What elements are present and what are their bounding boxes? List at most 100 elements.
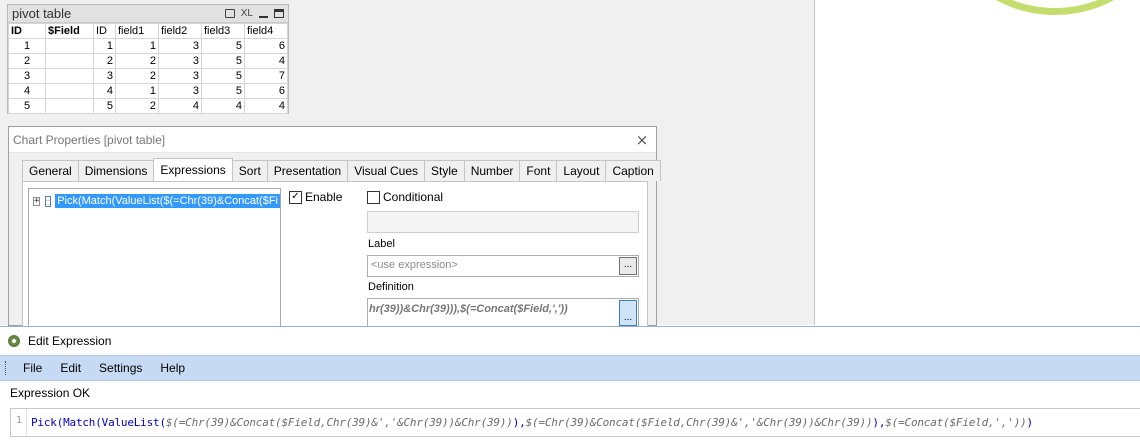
- expression-code[interactable]: Pick(Match(ValueList($(=Chr(39)&Concat($…: [27, 416, 1033, 429]
- table-cell[interactable]: 2: [114, 53, 159, 69]
- table-cell[interactable]: 6: [243, 83, 289, 99]
- expressions-panel: + Pick(Match(ValueList($(=Chr(39)&Concat…: [22, 181, 648, 328]
- conditional-checkbox-row[interactable]: Conditional: [367, 190, 443, 204]
- table-cell[interactable]: 4: [243, 98, 289, 114]
- definition-ellipsis-button[interactable]: ...: [619, 300, 637, 326]
- table-cell[interactable]: 4: [200, 98, 245, 114]
- minimize-icon[interactable]: [259, 15, 268, 18]
- header-cell[interactable]: field1: [114, 23, 159, 39]
- table-cell[interactable]: [45, 98, 94, 114]
- table-icon: [45, 195, 52, 207]
- header-cell[interactable]: ID: [93, 23, 116, 39]
- tab-number[interactable]: Number: [463, 160, 521, 181]
- enable-checkbox-row[interactable]: ✓ Enable: [289, 190, 342, 204]
- menu-settings[interactable]: Settings: [90, 361, 151, 375]
- tab-visual-cues[interactable]: Visual Cues: [347, 160, 426, 181]
- label-input[interactable]: <use expression> ...: [367, 255, 639, 277]
- table-cell[interactable]: 4: [243, 53, 289, 69]
- table-cell[interactable]: 3: [157, 83, 202, 99]
- table-cell[interactable]: 4: [157, 98, 202, 114]
- table-cell[interactable]: 4: [93, 83, 116, 99]
- tab-sort[interactable]: Sort: [231, 160, 268, 181]
- function-token: ),: [512, 416, 526, 429]
- header-cell[interactable]: field4: [243, 23, 289, 39]
- header-cell[interactable]: field3: [200, 23, 245, 39]
- table-cell[interactable]: 5: [200, 68, 245, 84]
- edit-expression-title: Edit Expression: [28, 334, 112, 348]
- table-row[interactable]: 332357: [8, 68, 289, 84]
- dialog-titlebar: Chart Properties [pivot table] ×: [9, 127, 656, 153]
- menu-edit[interactable]: Edit: [51, 361, 90, 375]
- tab-font[interactable]: Font: [519, 160, 558, 181]
- expression-editor[interactable]: 1 Pick(Match(ValueList($(=Chr(39)&Concat…: [10, 408, 1140, 437]
- tab-dimensions[interactable]: Dimensions: [77, 160, 155, 181]
- toolbar-grip[interactable]: [5, 361, 8, 375]
- table-cell[interactable]: 2: [8, 53, 46, 69]
- table-cell[interactable]: 5: [200, 53, 245, 69]
- conditional-checkbox[interactable]: [367, 190, 380, 204]
- table-row[interactable]: 222354: [8, 53, 289, 69]
- table-cell[interactable]: [45, 68, 94, 84]
- pivot-caption-bar: pivot table XL: [8, 5, 288, 23]
- tab-caption[interactable]: Caption: [605, 160, 661, 181]
- table-cell[interactable]: [45, 53, 94, 69]
- expression-tree[interactable]: + Pick(Match(ValueList($(=Chr(39)&Concat…: [28, 188, 281, 328]
- label-placeholder: <use expression>: [371, 259, 458, 271]
- table-cell[interactable]: 7: [243, 68, 289, 84]
- table-cell[interactable]: 5: [93, 98, 116, 114]
- function-token: ),: [872, 416, 886, 429]
- send-to-excel-icon[interactable]: XL: [241, 8, 253, 19]
- tab-general[interactable]: General: [22, 160, 79, 181]
- green-arc-decoration: [940, 0, 1140, 15]
- table-cell[interactable]: 1: [8, 38, 46, 54]
- table-row[interactable]: 552444: [8, 98, 289, 114]
- table-cell[interactable]: 2: [114, 68, 159, 84]
- table-cell[interactable]: 6: [243, 38, 289, 54]
- header-cell[interactable]: $Field: [45, 23, 94, 39]
- label-ellipsis-button[interactable]: ...: [619, 257, 637, 275]
- table-cell[interactable]: 3: [157, 38, 202, 54]
- table-cell[interactable]: 3: [157, 53, 202, 69]
- table-cell[interactable]: 2: [114, 98, 159, 114]
- pivot-table-object[interactable]: pivot table XL ID $Field ID field1 field…: [7, 4, 289, 114]
- table-cell[interactable]: 1: [114, 83, 159, 99]
- table-cell[interactable]: [45, 83, 94, 99]
- header-cell[interactable]: field2: [157, 23, 202, 39]
- tree-item-label[interactable]: Pick(Match(ValueList($(=Chr(39)&Concat($…: [55, 194, 280, 208]
- header-cell[interactable]: ID: [8, 23, 46, 39]
- qlikview-app-icon: [8, 335, 20, 347]
- table-cell[interactable]: 3: [93, 68, 116, 84]
- table-row[interactable]: 441356: [8, 83, 289, 99]
- table-cell[interactable]: 3: [157, 68, 202, 84]
- table-row[interactable]: 111356: [8, 38, 289, 54]
- tab-expressions[interactable]: Expressions: [153, 158, 233, 181]
- qlikview-sheet: pivot table XL ID $Field ID field1 field…: [0, 0, 815, 328]
- enable-checkbox[interactable]: ✓: [289, 190, 302, 204]
- line-number: 1: [11, 409, 27, 436]
- definition-input[interactable]: hr(39))&Chr(39))),$(=Concat($Field,','))…: [367, 298, 639, 328]
- tab-style[interactable]: Style: [424, 160, 465, 181]
- tab-presentation[interactable]: Presentation: [266, 160, 349, 181]
- maximize-icon[interactable]: [274, 9, 284, 18]
- table-cell[interactable]: 5: [200, 83, 245, 99]
- definition-caption: Definition: [368, 281, 414, 293]
- tab-layout[interactable]: Layout: [556, 160, 607, 181]
- dollar-expansion-token: $(=Chr(39)&Concat($Field,Chr(39)&','&Chr…: [525, 416, 873, 429]
- condition-input[interactable]: [367, 211, 639, 233]
- table-cell[interactable]: 5: [8, 98, 46, 114]
- expand-icon[interactable]: +: [33, 196, 41, 206]
- table-cell[interactable]: 5: [200, 38, 245, 54]
- table-cell[interactable]: 2: [93, 53, 116, 69]
- table-cell[interactable]: [45, 38, 94, 54]
- tree-item[interactable]: + Pick(Match(ValueList($(=Chr(39)&Concat…: [29, 192, 280, 210]
- menubar: File Edit Settings Help: [0, 355, 1140, 381]
- table-cell[interactable]: 1: [93, 38, 116, 54]
- table-cell[interactable]: 3: [8, 68, 46, 84]
- menu-help[interactable]: Help: [151, 361, 194, 375]
- menu-file[interactable]: File: [14, 361, 51, 375]
- table-cell[interactable]: 1: [114, 38, 159, 54]
- print-icon[interactable]: [224, 9, 235, 18]
- close-icon[interactable]: ×: [628, 131, 656, 149]
- expression-status: Expression OK: [10, 386, 91, 400]
- table-cell[interactable]: 4: [8, 83, 46, 99]
